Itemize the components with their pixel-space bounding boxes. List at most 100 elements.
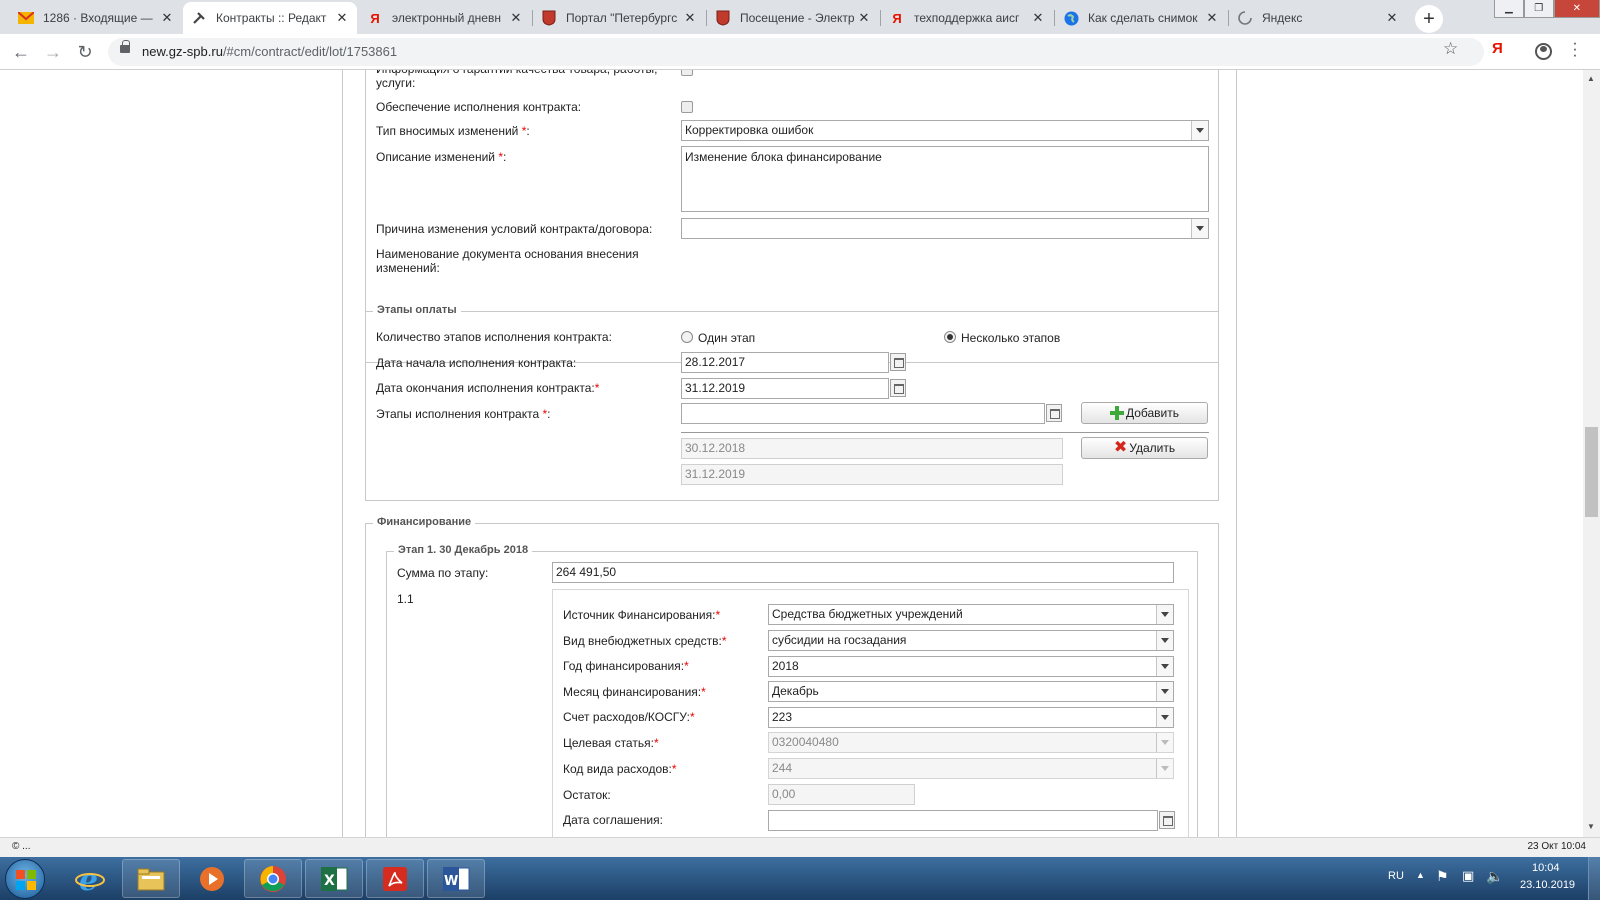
address-bar[interactable]: new.gz-spb.ru/#cm/contract/edit/lot/1753… [108,38,1484,66]
restore-icon[interactable]: ❐ [1523,0,1554,18]
account-label: Счет расходов/КОСГУ:* [563,710,695,724]
tab-yandex[interactable]: Яндекс ✕ [1229,2,1407,34]
tab-support[interactable]: Я техподдержка аисг ✕ [881,2,1053,34]
close-window-icon[interactable]: ✕ [1553,0,1600,18]
add-stage-button[interactable]: Добавить [1081,402,1208,424]
stages-label: Этапы исполнения контракта *: [376,407,551,421]
agreement-date-input[interactable] [768,810,1158,831]
chrome-icon[interactable] [244,859,302,898]
calendar-icon[interactable] [1159,811,1175,829]
end-date-input[interactable]: 31.12.2019 [681,378,889,399]
stage-1-legend: Этап 1. 30 Декабрь 2018 [394,544,533,556]
radio-several-stages-label: Несколько этапов [961,331,1061,345]
tab-ediary[interactable]: Я электронный дневн ✕ [359,2,531,34]
language-indicator[interactable]: RU [1388,870,1404,882]
year-select[interactable]: 2018 [768,656,1174,677]
tab-close-icon[interactable]: ✕ [1385,10,1399,26]
expense-code-label: Код вида расходов:* [563,762,677,776]
forward-icon[interactable]: → [42,42,64,63]
network-icon[interactable]: ▣ [1462,868,1474,884]
tab-close-icon[interactable]: ✕ [160,10,174,26]
reason-label: Причина изменения условий контракта/дого… [376,222,653,236]
security-checkbox[interactable] [681,101,693,113]
volume-icon[interactable]: 🔈 [1486,868,1503,885]
excel-icon[interactable]: X [305,859,363,898]
tab-close-icon[interactable]: ✕ [857,10,871,26]
account-select[interactable]: 223 [768,707,1174,728]
delete-stage-button[interactable]: ✖ Удалить [1081,437,1208,459]
chevron-down-icon [1191,121,1208,140]
page-viewport: Информация о гарантии качества товара, р… [0,70,1583,837]
reason-select[interactable] [681,218,1209,239]
action-center-flag-icon[interactable]: ⚑ [1436,868,1449,885]
start-date-input[interactable]: 28.12.2017 [681,352,889,373]
month-label: Месяц финансирования:* [563,685,706,699]
plus-icon: + [1423,7,1435,30]
tab-contracts[interactable]: Контракты :: Редакт ✕ [183,2,357,34]
back-icon[interactable]: ← [10,42,32,63]
warranty-checkbox[interactable] [681,70,693,76]
radio-one-stage-label: Один этап [698,331,756,345]
tab-close-icon[interactable]: ✕ [1031,10,1045,26]
stage-date-input[interactable] [681,403,1045,424]
bookmark-star-icon[interactable]: ☆ [1443,39,1458,59]
new-tab-button[interactable]: + [1415,5,1443,33]
stage-sum-input[interactable]: 264 491,50 [552,562,1174,583]
media-player-icon[interactable] [183,859,241,898]
tab-portal[interactable]: Портал "Петербургс ✕ [533,2,705,34]
month-select[interactable]: Декабрь [768,681,1174,702]
payment-stages-legend: Этапы оплаты [373,304,461,316]
tab-attendance[interactable]: Посещение - Электр ✕ [707,2,879,34]
delete-icon: ✖ [1113,439,1128,456]
radio-one-stage[interactable] [681,331,693,343]
chevron-down-icon [1156,657,1173,676]
start-button[interactable] [5,859,45,899]
yandex-extension-icon[interactable]: Я [1492,40,1503,57]
calendar-icon[interactable] [890,353,906,371]
tray-time[interactable]: 10:04 [1532,862,1560,874]
tray-expand-icon[interactable]: ▲ [1416,870,1425,880]
offbudget-select[interactable]: субсидии на госзадания [768,630,1174,651]
scrollbar-thumb[interactable] [1585,427,1598,517]
tab-close-icon[interactable]: ✕ [509,10,523,26]
yandex-icon: Я [370,10,380,26]
source-label: Источник Финансирования:* [563,608,721,622]
source-select[interactable]: Средства бюджетных учреждений [768,604,1174,625]
description-textarea[interactable]: Изменение блока финансирование [681,146,1209,212]
calendar-icon[interactable] [1046,404,1062,422]
security-label: Обеспечение исполнения контракта: [376,100,582,114]
minimize-icon[interactable]: ▁ [1494,0,1524,18]
show-desktop-button[interactable] [1588,857,1600,900]
reload-icon[interactable]: ↻ [74,42,96,63]
lock-icon [120,40,130,53]
url-text[interactable]: new.gz-spb.ru/#cm/contract/edit/lot/1753… [142,44,397,59]
tab-close-icon[interactable]: ✕ [1205,10,1219,26]
stage-date-item[interactable]: 30.12.2018 [681,438,1063,459]
ie-icon[interactable]: e [61,859,119,898]
calendar-icon[interactable] [890,379,906,397]
scroll-up-icon[interactable]: ▲ [1587,74,1595,83]
tab-screenshot-howto[interactable]: Как сделать снимок ✕ [1055,2,1227,34]
tab-close-icon[interactable]: ✕ [335,10,349,26]
word-icon[interactable]: W [427,859,485,898]
explorer-icon[interactable] [122,859,180,898]
target-label: Целевая статья:* [563,736,659,750]
tab-close-icon[interactable]: ✕ [683,10,697,26]
plus-icon [1109,406,1124,420]
chevron-down-icon [1156,759,1173,778]
target-select[interactable]: 0320040480 [768,732,1174,753]
scroll-down-icon[interactable]: ▼ [1587,822,1595,831]
tray-date[interactable]: 23.10.2019 [1520,879,1575,891]
menu-icon[interactable]: · · · [1570,34,1580,63]
tab-inbox[interactable]: 1286 · Входящие — ✕ [10,2,182,34]
expense-code-select[interactable]: 244 [768,758,1174,779]
radio-several-stages[interactable] [944,331,956,343]
account-icon[interactable] [1535,43,1552,60]
stage-date-item[interactable]: 31.12.2019 [681,464,1063,485]
chevron-down-icon [1156,682,1173,701]
chevron-down-icon [1191,219,1208,238]
page-scrollbar[interactable]: ▲ ▼ [1583,70,1600,837]
balance-input[interactable]: 0,00 [768,784,915,805]
acrobat-icon[interactable] [366,859,424,898]
change-type-select[interactable]: Корректировка ошибок [681,120,1209,141]
